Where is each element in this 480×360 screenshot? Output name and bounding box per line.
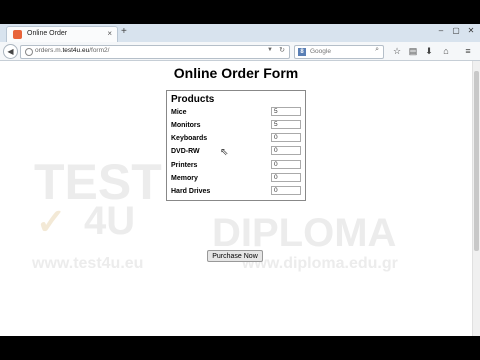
maximize-button[interactable]: ▢ <box>451 26 461 36</box>
tab-online-order[interactable]: Online Order × <box>6 26 118 43</box>
url-text: orders.m.test4u.eu/form2/ <box>35 47 109 54</box>
url-bar[interactable]: orders.m.test4u.eu/form2/ ▼ ↻ <box>20 45 290 59</box>
url-dropdown-icon[interactable]: ▼ <box>267 47 273 53</box>
reload-icon[interactable]: ↻ <box>279 46 285 54</box>
search-icon[interactable]: ⌕ <box>375 46 379 54</box>
search-bar[interactable]: 8 ⌕ <box>294 45 384 59</box>
products-legend: Products <box>171 94 215 105</box>
label-keyboards: Keyboards <box>171 135 208 142</box>
download-icon[interactable]: ⬇ <box>424 46 434 56</box>
hard-drives-quantity-input[interactable] <box>271 186 301 195</box>
new-tab-button[interactable]: + <box>121 26 127 37</box>
watermark-brand-bottom: 4U <box>84 199 136 243</box>
site-info-icon[interactable] <box>25 48 33 56</box>
navigation-bar: ◀ orders.m.test4u.eu/form2/ ▼ ↻ 8 ⌕ ☆ ▤ … <box>0 42 480 61</box>
url-path: /form2/ <box>89 47 110 54</box>
page-content: TEST ✓ 4U DIPLOMA www.test4u.eu www.dipl… <box>0 61 480 336</box>
label-printers: Printers <box>171 162 198 169</box>
minimize-button[interactable]: – <box>436 26 446 36</box>
tab-strip: Online Order × + – ▢ ✕ <box>0 24 480 43</box>
search-input[interactable] <box>310 47 366 56</box>
mice-quantity-input[interactable] <box>271 107 301 116</box>
vertical-scrollbar[interactable] <box>472 61 480 336</box>
label-memory: Memory <box>171 175 198 182</box>
reading-list-icon[interactable]: ▤ <box>408 46 418 56</box>
purchase-now-button[interactable]: Purchase Now <box>207 250 263 262</box>
keyboards-quantity-input[interactable] <box>271 133 301 142</box>
browser-window: Online Order × + – ▢ ✕ ◀ orders.m.test4u… <box>0 24 480 336</box>
bookmark-star-icon[interactable]: ☆ <box>392 46 402 56</box>
favicon-icon <box>13 30 22 39</box>
home-icon[interactable]: ⌂ <box>441 46 451 56</box>
watermark-check-icon: ✓ <box>36 201 67 242</box>
label-mice: Mice <box>171 109 187 116</box>
watermark-url-left: www.test4u.eu <box>32 255 144 272</box>
url-host: test4u.eu <box>62 47 90 54</box>
back-button[interactable]: ◀ <box>3 44 18 59</box>
products-fieldset: Products Mice Monitors Keyboards DVD-RW … <box>166 90 306 201</box>
printers-quantity-input[interactable] <box>271 160 301 169</box>
search-engine-icon[interactable]: 8 <box>298 48 306 56</box>
label-monitors: Monitors <box>171 122 201 129</box>
tab-title: Online Order <box>27 30 68 37</box>
mouse-cursor-icon: ⇖ <box>220 147 229 158</box>
page-title: Online Order Form <box>173 65 299 81</box>
menu-icon[interactable]: ≡ <box>463 46 473 56</box>
close-window-button[interactable]: ✕ <box>466 26 476 36</box>
scrollbar-thumb[interactable] <box>474 71 479 251</box>
watermark-url-right: www.diploma.edu.gr <box>242 255 398 272</box>
tab-close-icon[interactable]: × <box>107 29 112 38</box>
label-dvd-rw: DVD-RW <box>171 148 200 155</box>
label-hard-drives: Hard Drives <box>171 188 211 195</box>
url-prefix: orders.m. <box>35 47 63 54</box>
memory-quantity-input[interactable] <box>271 173 301 182</box>
monitors-quantity-input[interactable] <box>271 120 301 129</box>
dvd-rw-quantity-input[interactable] <box>271 146 301 155</box>
